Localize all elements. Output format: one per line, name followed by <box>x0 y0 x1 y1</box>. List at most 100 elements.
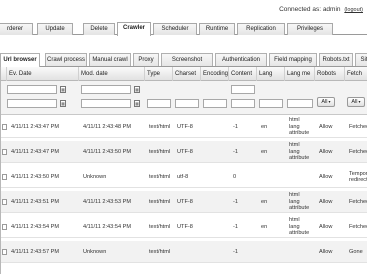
tab-update[interactable]: Update <box>37 23 73 35</box>
tab-replication[interactable]: Replication <box>237 23 285 35</box>
type-cell: text/html <box>149 174 171 180</box>
fetch-cell: Fetched <box>347 191 367 213</box>
column-header-encoding[interactable]: Encoding <box>201 67 229 81</box>
tab-renderer[interactable]: rderer <box>0 23 33 35</box>
column-header-lang-method[interactable]: Lang me <box>285 67 315 81</box>
calendar-icon[interactable]: ▦ <box>60 100 66 107</box>
row-select-icon[interactable] <box>2 199 7 205</box>
column-header-type[interactable]: Type <box>145 67 173 81</box>
ev-date-from-input[interactable] <box>7 85 57 94</box>
lang-cell: en <box>261 199 268 205</box>
robots-cell: Allow <box>319 174 333 180</box>
row-select-icon[interactable] <box>2 174 7 180</box>
logout-link[interactable]: (logout) <box>344 7 363 13</box>
lang-method-cell-line: attribute <box>289 155 310 162</box>
fetch-cell-line: Fetched <box>349 223 367 230</box>
calendar-icon[interactable]: ▦ <box>60 86 66 93</box>
ev-date-cell: 4/11/11 2:43:50 PM <box>11 174 59 180</box>
connected-label: Connected as: admin <box>279 6 341 13</box>
lang-method-filter-input[interactable] <box>287 99 313 108</box>
fetch-filter-select[interactable]: All▾ <box>347 97 365 107</box>
content-cell: -1 <box>233 124 238 130</box>
lang-filter-input[interactable] <box>259 99 283 108</box>
ev-date-cell: 4/11/11 2:43:47 PM <box>11 124 59 130</box>
table-row[interactable]: 4/11/11 2:43:47 PM 4/11/11 2:43:48 PM text… <box>1 116 367 138</box>
tab-scheduler[interactable]: Scheduler <box>153 23 197 35</box>
mod-date-cell: Unknown <box>83 249 107 255</box>
ev-date-cell: 4/11/11 2:43:47 PM <box>11 149 59 155</box>
calendar-icon[interactable]: ▦ <box>134 100 140 107</box>
tab-url-browser[interactable]: Url browser <box>0 53 40 67</box>
content-min-input[interactable] <box>231 85 255 94</box>
grid-header: Ev. Date Mod. date Type Charset Encoding… <box>1 67 367 81</box>
fetch-cell: Fetched <box>347 116 367 138</box>
tab-field-mapping[interactable]: Field mapping <box>269 53 317 66</box>
mod-date-to-input[interactable] <box>81 99 131 108</box>
tab-robots-txt[interactable]: Robots.txt <box>319 53 353 66</box>
filter-row: ▦ ▦ ▦ ▦ All▾ All▾ <box>1 81 367 115</box>
type-filter-input[interactable] <box>147 99 171 108</box>
column-header-lang[interactable]: Lang <box>257 67 285 81</box>
charset-filter-input[interactable] <box>175 99 199 108</box>
ev-date-to-input[interactable] <box>7 99 57 108</box>
column-header-robots[interactable]: Robots <box>315 67 345 81</box>
lang-method-cell <box>287 166 315 188</box>
type-cell: text/html <box>149 249 171 255</box>
table-row[interactable]: 4/11/11 2:43:51 PM 4/11/11 2:43:53 PM text… <box>1 191 367 213</box>
chevron-down-icon: ▾ <box>328 99 331 104</box>
fetch-cell-line: Fetched <box>349 123 367 130</box>
tab-privileges[interactable]: Privileges <box>287 23 333 35</box>
column-header-fetch[interactable]: Fetch <box>345 67 367 81</box>
lang-cell: en <box>261 124 268 130</box>
mod-date-from-input[interactable] <box>81 85 131 94</box>
ev-date-cell: 4/11/11 2:43:54 PM <box>11 224 59 230</box>
mod-date-cell: 4/11/11 2:43:48 PM <box>83 124 131 130</box>
tab-screenshot[interactable]: Screenshot <box>161 53 213 66</box>
tab-crawler[interactable]: Crawler <box>117 22 151 36</box>
robots-filter-select[interactable]: All▾ <box>317 97 335 107</box>
row-select-icon[interactable] <box>2 124 7 130</box>
table-row[interactable]: 4/11/11 2:43:47 PM 4/11/11 2:43:50 PM text… <box>1 141 367 163</box>
content-max-input[interactable] <box>231 99 255 108</box>
column-header-charset[interactable]: Charset <box>173 67 201 81</box>
charset-cell: UTF-8 <box>177 224 193 230</box>
column-header-content[interactable]: Content <box>229 67 257 81</box>
content-cell: 0 <box>233 174 237 180</box>
table-row[interactable]: 4/11/11 2:43:54 PM 4/11/11 2:43:54 PM text… <box>1 216 367 238</box>
type-cell: text/html <box>149 149 171 155</box>
robots-cell: Allow <box>319 149 333 155</box>
tab-authentication[interactable]: Authentication <box>215 53 267 66</box>
tab-proxy[interactable]: Proxy <box>133 53 159 66</box>
row-select-icon[interactable] <box>2 149 7 155</box>
fetch-cell-line: Fetched <box>349 148 367 155</box>
row-select-icon[interactable] <box>2 224 7 230</box>
main-tab-bar: rderer Update Delete Crawler Scheduler R… <box>0 21 367 36</box>
connection-status: Connected as: admin (logout) <box>279 6 363 13</box>
tab-delete[interactable]: Delete <box>83 23 115 35</box>
top-header: Connected as: admin (logout) <box>0 0 367 18</box>
tab-crawl-process[interactable]: Crawl process <box>45 53 87 66</box>
robots-cell: Allow <box>319 199 333 205</box>
fetch-filter-value: All <box>351 99 358 105</box>
robots-cell: Allow <box>319 249 333 255</box>
fetch-cell-line: Fetched <box>349 198 367 205</box>
type-cell: text/html <box>149 124 171 130</box>
charset-cell: utf-8 <box>177 174 189 180</box>
lang-method-cell <box>287 241 315 263</box>
lang-method-cell: html lang attribute <box>287 141 315 163</box>
tab-manual-crawl[interactable]: Manual crawl <box>89 53 131 66</box>
tab-sitemap[interactable]: Sit <box>355 53 367 66</box>
column-header-mod-date[interactable]: Mod. date <box>79 67 145 81</box>
lang-cell <box>259 166 285 188</box>
table-row[interactable]: 4/11/11 2:43:50 PM Unknown text/html utf-8 0… <box>1 166 367 188</box>
content-cell: -1 <box>233 224 238 230</box>
charset-cell: UTF-8 <box>177 124 193 130</box>
encoding-filter-input[interactable] <box>203 99 227 108</box>
lang-cell: en <box>261 224 268 230</box>
table-row[interactable]: 4/11/11 2:43:57 PM Unknown text/html -1 Allo… <box>1 241 367 263</box>
lang-method-cell: html lang attribute <box>287 191 315 213</box>
calendar-icon[interactable]: ▦ <box>134 86 140 93</box>
row-select-icon[interactable] <box>2 249 7 255</box>
column-header-ev-date[interactable]: Ev. Date <box>7 67 79 81</box>
tab-runtime[interactable]: Runtime <box>199 23 235 35</box>
